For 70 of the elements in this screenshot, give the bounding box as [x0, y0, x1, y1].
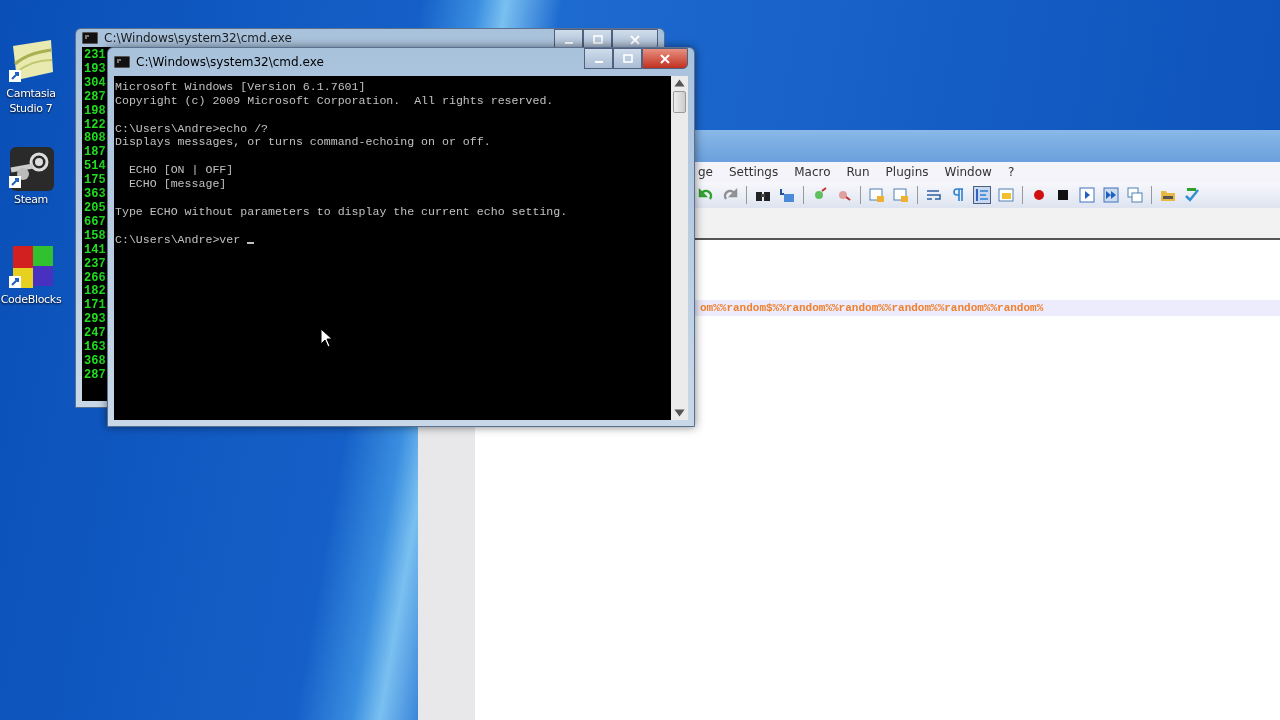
- console-line: 287: [84, 90, 106, 105]
- console-line: 187: [84, 146, 106, 160]
- play-icon[interactable]: [1079, 187, 1095, 203]
- stop-icon[interactable]: [1055, 187, 1071, 203]
- menu-item[interactable]: ge: [698, 165, 713, 179]
- console-line: 363: [84, 188, 106, 202]
- console-line: Type ECHO without parameters to display the current echo setting.: [115, 204, 568, 218]
- console-line: 141: [84, 243, 106, 258]
- word-wrap-icon[interactable]: [926, 187, 942, 203]
- menu-item[interactable]: Plugins: [885, 165, 929, 179]
- console-line: Displays messages, or turns command-echoing on or off.: [115, 135, 491, 149]
- close-icon: [629, 34, 641, 45]
- console-icon: [82, 32, 98, 44]
- console-line: 368: [84, 354, 106, 369]
- console-line: 175: [84, 174, 106, 188]
- console-line: ECHO [ON | OFF]: [127, 163, 234, 177]
- console-line: 163: [84, 341, 106, 355]
- mouse-pointer-icon: [320, 328, 332, 348]
- console-line: 266: [84, 271, 106, 285]
- close-icon: [659, 53, 671, 64]
- indent-guide-icon[interactable]: [974, 187, 990, 203]
- console-line: 193: [84, 62, 106, 77]
- console-line: 231: [84, 49, 106, 63]
- code-line: om%%random$%%random%%random%%random%%random%%random%: [700, 302, 1044, 314]
- minimize-icon: [594, 60, 603, 63]
- console-icon: [114, 56, 130, 68]
- console-line: 514: [84, 160, 106, 174]
- spell-check-icon[interactable]: [1184, 187, 1200, 203]
- console-line: C:\Users\Andre>ver: [115, 232, 242, 246]
- maximize-icon: [621, 53, 634, 64]
- console-line: 287: [84, 368, 106, 383]
- window-title: C:\Windows\system32\cmd.exe: [104, 31, 293, 45]
- desktop-icon-label[interactable]: Camtasia Studio 7: [0, 86, 62, 116]
- console-line: 158: [84, 229, 106, 244]
- fast-forward-icon[interactable]: [1103, 187, 1119, 203]
- console-line: 237: [84, 257, 106, 272]
- console-line: 808: [84, 132, 106, 146]
- pilcrow-icon[interactable]: [950, 187, 966, 203]
- minimize-button[interactable]: [584, 48, 613, 69]
- menu-item[interactable]: Window: [944, 165, 992, 179]
- menu-item[interactable]: ?: [1007, 165, 1015, 179]
- console-line: 122: [84, 118, 106, 132]
- console-line: 304: [84, 76, 106, 91]
- scroll-thumb[interactable]: [673, 91, 686, 113]
- menu-item[interactable]: Settings: [729, 165, 779, 179]
- menu-item[interactable]: Macro: [794, 165, 831, 179]
- console-line: C:\Users\Andre>echo /?: [115, 121, 269, 135]
- console-line: 205: [84, 201, 106, 216]
- console-line: 182: [84, 285, 106, 299]
- console-line: 293: [84, 313, 106, 327]
- console-line: ECHO [message]: [127, 177, 227, 191]
- record-icon[interactable]: [1031, 187, 1047, 203]
- replace-icon[interactable]: [779, 187, 795, 203]
- console-line: Microsoft Windows [Version 6.1.7601]: [115, 79, 366, 93]
- steam-app-icon[interactable]: [7, 144, 55, 192]
- console-line: 247: [84, 327, 106, 341]
- minimize-icon: [564, 41, 573, 44]
- console-line: Copyright (c) 2009 Microsoft Corporation. All rights reserved.: [115, 93, 554, 107]
- text-cursor-icon: [247, 241, 255, 244]
- maximize-button[interactable]: [613, 48, 642, 69]
- close-button[interactable]: [642, 48, 688, 69]
- console-line: 667: [84, 215, 106, 230]
- window-title: C:\Windows\system32\cmd.exe: [136, 55, 325, 69]
- desktop-icon-label[interactable]: CodeBlocks: [0, 292, 62, 307]
- maximize-icon: [591, 34, 604, 45]
- console-line: 171: [84, 299, 106, 313]
- menu-item[interactable]: Run: [846, 165, 870, 179]
- console-line: 198: [84, 104, 106, 119]
- scrollbar[interactable]: [671, 76, 688, 420]
- desktop-icon-label[interactable]: Steam: [0, 192, 62, 207]
